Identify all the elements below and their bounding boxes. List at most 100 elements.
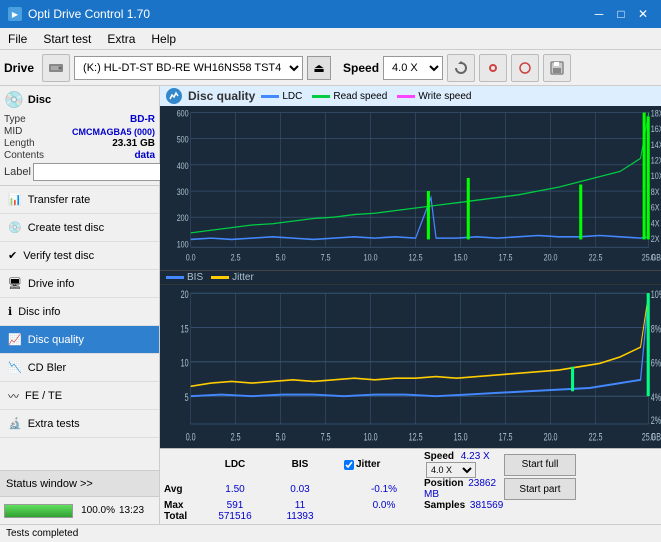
maximize-button[interactable]: □ (611, 4, 631, 24)
disc-contents-label: Contents (4, 150, 44, 161)
start-part-button[interactable]: Start part (504, 478, 576, 500)
svg-text:2.5: 2.5 (231, 253, 241, 263)
samples-area: Samples 381569 (424, 500, 504, 511)
sidebar-item-disc-info[interactable]: ℹ Disc info (0, 298, 159, 326)
create-disc-label: Create test disc (28, 222, 104, 234)
svg-text:8%: 8% (651, 322, 661, 335)
sidebar-item-drive-info[interactable]: 🖥 Drive info (0, 270, 159, 298)
svg-text:8X: 8X (651, 187, 660, 197)
legend-ldc: LDC (261, 91, 302, 102)
save-icon-btn[interactable] (543, 54, 571, 82)
avg-label: Avg (164, 484, 200, 495)
content-area: Disc quality LDC Read speed Write speed (160, 86, 661, 524)
eject-button[interactable]: ⏏ (307, 56, 331, 80)
disc-contents-row: Contents data (4, 150, 155, 161)
jitter-checkbox-label[interactable]: Jitter (344, 459, 424, 470)
legend-jitter-color (211, 276, 229, 279)
titlebar-left: ▶ Opti Drive Control 1.70 (8, 7, 150, 21)
menu-start-test[interactable]: Start test (35, 28, 99, 49)
legend-read-speed: Read speed (312, 91, 387, 102)
svg-text:6X: 6X (651, 203, 660, 213)
disc-type-row: Type BD-R (4, 114, 155, 125)
legend-ldc-label: LDC (282, 91, 302, 102)
legend-write-speed: Write speed (397, 91, 471, 102)
cd-bler-icon: 📉 (8, 361, 22, 374)
sidebar-item-transfer-rate[interactable]: 📊 Transfer rate (0, 186, 159, 214)
info-icon-btn[interactable] (511, 54, 539, 82)
settings-icon-btn[interactable] (479, 54, 507, 82)
stats-headers-row: LDC BIS Jitter Speed 4.23 X 4.0 X (164, 451, 657, 478)
speed-col-header: Speed (424, 451, 454, 462)
sidebar-item-disc-quality[interactable]: 📈 Disc quality (0, 326, 159, 354)
bis-avg: 0.03 (270, 484, 330, 495)
svg-text:2X: 2X (651, 234, 660, 244)
menu-file[interactable]: File (0, 28, 35, 49)
svg-text:10.0: 10.0 (364, 430, 378, 443)
dq-icon (166, 88, 182, 104)
svg-text:500: 500 (177, 135, 189, 145)
svg-text:5.0: 5.0 (276, 253, 286, 263)
disc-mid-row: MID CMCMAGBA5 (000) (4, 126, 155, 137)
svg-text:22.5: 22.5 (589, 253, 603, 263)
speed-select[interactable]: 4.0 X (383, 56, 443, 80)
titlebar-controls[interactable]: ─ □ ✕ (589, 4, 653, 24)
speed-col-value: 4.23 X (461, 451, 490, 462)
extra-tests-icon: 🔬 (8, 417, 22, 430)
position-label: Position (424, 478, 463, 489)
sidebar-item-extra-tests[interactable]: 🔬 Extra tests (0, 410, 159, 438)
svg-text:GB: GB (651, 253, 661, 263)
legend-bis-label: BIS (187, 272, 203, 283)
max-label: Max (164, 500, 200, 511)
svg-text:4X: 4X (651, 219, 660, 229)
speed-header-area: Speed 4.23 X 4.0 X (424, 451, 504, 478)
svg-text:300: 300 (177, 187, 189, 197)
drive-select[interactable]: (K:) HL-DT-ST BD-RE WH16NS58 TST4 (74, 56, 303, 80)
disc-panel-title: Disc (28, 94, 51, 106)
svg-text:2.5: 2.5 (231, 430, 241, 443)
svg-text:10.0: 10.0 (364, 253, 378, 263)
drive-info-label: Drive info (28, 278, 74, 290)
stats-avg-row: Avg 1.50 0.03 -0.1% Position 23862 MB St… (164, 478, 657, 500)
samples-value: 381569 (470, 500, 503, 511)
sidebar: 💿 Disc Type BD-R MID CMCMAGBA5 (000) Len… (0, 86, 160, 524)
sidebar-item-create-test-disc[interactable]: 💿 Create test disc (0, 214, 159, 242)
dq-title: Disc quality (188, 89, 255, 103)
sidebar-item-cd-bler[interactable]: 📉 CD Bler (0, 354, 159, 382)
transfer-rate-icon: 📊 (8, 193, 22, 206)
jitter-checkbox[interactable] (344, 460, 354, 470)
start-full-button[interactable]: Start full (504, 454, 576, 476)
total-label: Total (164, 511, 200, 522)
legend-write-color (397, 95, 415, 98)
legend-bis-color (166, 276, 184, 279)
refresh-icon-btn[interactable] (447, 54, 475, 82)
fe-te-icon: 〰 (8, 388, 19, 404)
svg-text:20.0: 20.0 (544, 430, 558, 443)
minimize-button[interactable]: ─ (589, 4, 609, 24)
disc-header: 💿 Disc (4, 90, 155, 110)
menu-extra[interactable]: Extra (99, 28, 143, 49)
status-window-button[interactable]: Status window >> (0, 470, 159, 496)
svg-text:22.5: 22.5 (589, 430, 603, 443)
svg-text:20.0: 20.0 (544, 253, 558, 263)
svg-text:17.5: 17.5 (499, 430, 513, 443)
disc-label-input[interactable] (33, 163, 171, 181)
speed-col-select[interactable]: 4.0 X (426, 462, 476, 478)
svg-text:4%: 4% (651, 391, 661, 404)
legend-read-label: Read speed (333, 91, 387, 102)
disc-type-label: Type (4, 114, 26, 125)
menu-help[interactable]: Help (143, 28, 184, 49)
extra-tests-label: Extra tests (28, 418, 80, 430)
svg-text:20: 20 (181, 288, 189, 301)
svg-text:15.0: 15.0 (454, 253, 468, 263)
app-icon: ▶ (8, 7, 22, 21)
drive-label: Drive (4, 61, 34, 75)
sidebar-item-verify-test-disc[interactable]: ✔ Verify test disc (0, 242, 159, 270)
jitter-header: Jitter (344, 459, 424, 470)
close-button[interactable]: ✕ (633, 4, 653, 24)
speed-label: Speed (343, 61, 379, 75)
sidebar-item-fe-te[interactable]: 〰 FE / TE (0, 382, 159, 410)
legend-write-label: Write speed (418, 91, 471, 102)
legend-ldc-color (261, 95, 279, 98)
drive-icon (42, 54, 70, 82)
disc-quality-label: Disc quality (28, 334, 84, 346)
